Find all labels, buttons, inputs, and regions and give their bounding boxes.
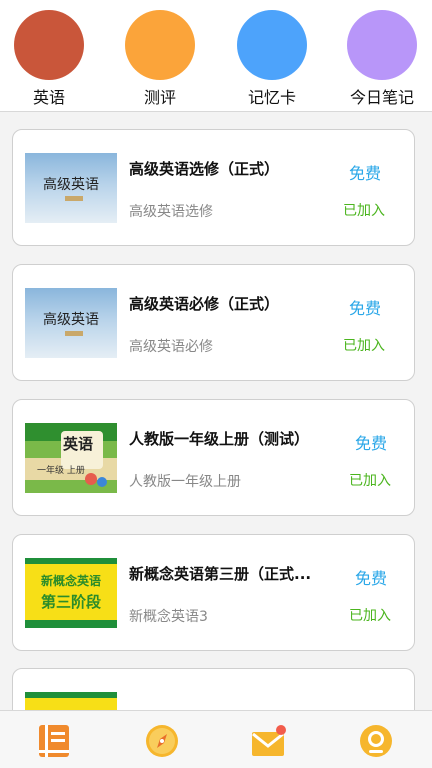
joined-status: 已加入: [349, 608, 391, 624]
course-subtitle: 高级英语必修: [129, 339, 213, 355]
course-subtitle: 人教版一年级上册: [129, 474, 241, 490]
bottom-nav: [0, 710, 432, 768]
course-card[interactable]: [12, 668, 415, 710]
course-cover-image: 高级英语: [25, 288, 117, 358]
price-label: 免费: [354, 434, 387, 453]
course-title: 高级英语必修（正式）: [129, 295, 280, 313]
joined-status: 已加入: [343, 338, 385, 354]
cover-ball: [97, 477, 107, 487]
price-label: 免费: [348, 164, 381, 183]
price-label: 免费: [354, 569, 387, 588]
flashcards-circle-icon: [237, 10, 307, 80]
category-label: 记忆卡: [247, 88, 296, 107]
course-card[interactable]: 高级英语 高级英语选修（正式） 高级英语选修 免费 已加入: [12, 129, 415, 246]
cover-band: [25, 698, 117, 710]
nav-tab-profile[interactable]: [358, 723, 394, 759]
course-card[interactable]: 英语 一年级 上册 人教版一年级上册（测试） 人教版一年级上册 免费 已加入: [12, 399, 415, 516]
category-english[interactable]: 英语: [4, 10, 94, 108]
mail-icon: [252, 725, 286, 756]
category-today-notes[interactable]: 今日笔记: [337, 10, 427, 108]
course-title: 新概念英语第三册（正式...: [129, 565, 312, 583]
category-bar: 英语 测评 记忆卡 今日笔记: [0, 0, 432, 112]
cover-title: 英语: [63, 435, 94, 453]
cover-title: 高级英语: [43, 177, 99, 193]
course-cover-image: 高级英语: [25, 153, 117, 223]
english-circle-icon: [14, 10, 84, 80]
notes-circle-icon: [347, 10, 417, 80]
cover-stripe: [25, 620, 117, 628]
app: 英语 测评 记忆卡 今日笔记 高级英语 高级英语选修（正式） 高级英语选修 免费…: [0, 0, 432, 768]
course-title: 高级英语选修（正式）: [129, 160, 280, 178]
cover-decoration: [65, 196, 83, 201]
category-label: 测评: [143, 88, 176, 107]
course-cover-image: 英语 一年级 上册: [25, 423, 117, 493]
course-subtitle: 新概念英语3: [129, 609, 208, 625]
assessment-circle-icon: [125, 10, 195, 80]
course-card[interactable]: 高级英语 高级英语必修（正式） 高级英语必修 免费 已加入: [12, 264, 415, 381]
compass-icon: [146, 725, 178, 757]
joined-status: 已加入: [343, 203, 385, 219]
course-cover-image: 新概念英语 第三阶段: [25, 558, 117, 628]
cover-line-2: 第三阶段: [40, 593, 101, 611]
category-assessment[interactable]: 测评: [115, 10, 205, 108]
nav-tab-discover[interactable]: [144, 723, 180, 759]
cover-line-1: 新概念英语: [40, 574, 101, 588]
book-icon: [39, 725, 69, 757]
category-label: 今日笔记: [349, 88, 414, 107]
category-flashcards[interactable]: 记忆卡: [227, 10, 317, 108]
nav-tab-courses[interactable]: [36, 723, 72, 759]
cover-ball: [85, 473, 97, 485]
course-subtitle: 高级英语选修: [129, 204, 213, 220]
course-title: 人教版一年级上册（测试）: [129, 430, 310, 448]
nav-tab-messages[interactable]: [250, 723, 286, 759]
joined-status: 已加入: [349, 473, 391, 489]
course-list[interactable]: 高级英语 高级英语选修（正式） 高级英语选修 免费 已加入 高级英语 高级英语必…: [0, 112, 432, 710]
category-label: 英语: [32, 88, 65, 107]
price-label: 免费: [348, 299, 381, 318]
cover-decoration: [65, 331, 83, 336]
course-cover-image: [25, 692, 117, 710]
profile-icon: [360, 725, 392, 757]
cover-title: 高级英语: [43, 312, 99, 328]
cover-grade: 一年级 上册: [37, 466, 85, 476]
course-card[interactable]: 新概念英语 第三阶段 新概念英语第三册（正式... 新概念英语3 免费 已加入: [12, 534, 415, 651]
